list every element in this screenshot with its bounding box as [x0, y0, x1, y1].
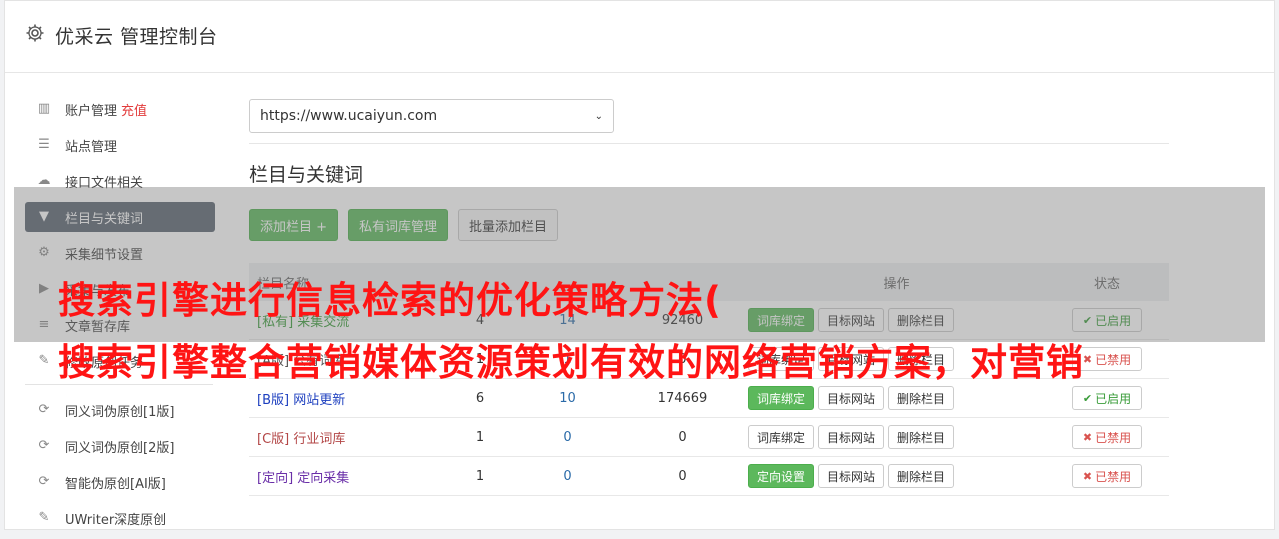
overlay-headline-1: 搜索引擎进行信息检索的优化策略方法(: [58, 279, 722, 322]
target-site-button[interactable]: 目标网站: [818, 425, 885, 449]
delete-column-button[interactable]: 删除栏目: [888, 425, 955, 449]
sidebar-item-uwriter[interactable]: ✎ UWriter深度原创: [25, 503, 215, 533]
column-tag: [定向]: [257, 470, 294, 486]
status-badge[interactable]: ✔ 已启用: [1071, 386, 1143, 410]
column-tag: [B版]: [257, 392, 290, 408]
column-name[interactable]: 定向采集: [297, 471, 349, 486]
sidebar-item-label: 智能伪原创[AI版]: [65, 476, 166, 492]
count-a: 1: [475, 429, 485, 445]
target-site-button[interactable]: 目标网站: [818, 464, 885, 488]
status-cell: ✖ 已禁用: [1045, 425, 1169, 449]
sidebar-item-label: 站点管理: [65, 139, 118, 155]
divider: [249, 143, 1169, 144]
status-badge[interactable]: ✖ 已禁用: [1071, 464, 1143, 488]
sidebar-item-synonym-v2[interactable]: ⟳ 同义词伪原创[2版]: [25, 431, 215, 461]
count-c: 174669: [657, 390, 708, 406]
cross-icon: ✖: [1082, 469, 1093, 483]
refresh-icon: ⟳: [38, 438, 50, 453]
sidebar-item-ai-rewrite[interactable]: ⟳ 智能伪原创[AI版]: [25, 467, 215, 497]
refresh-icon: ⟳: [38, 402, 50, 417]
recharge-link[interactable]: 充值: [121, 100, 147, 119]
count-a: 1: [475, 468, 485, 484]
check-icon: ✔: [1082, 391, 1093, 405]
bind-dict-button[interactable]: 词库绑定: [748, 425, 815, 449]
sidebar-item-sites[interactable]: ☰ 站点管理: [25, 130, 215, 160]
section-title: 栏目与关键词: [249, 164, 364, 186]
status-label: 已启用: [1095, 391, 1132, 406]
sidebar-item-account[interactable]: ▥ 账户管理 充值: [25, 94, 215, 124]
status-cell: ✖ 已禁用: [1045, 464, 1169, 488]
column-tag: [C版]: [257, 431, 290, 447]
edit-icon: ✎: [38, 353, 50, 368]
row-actions: 词库绑定 目标网站 删除栏目: [745, 425, 1045, 449]
site-select[interactable]: https://www.ucaiyun.com ⌄: [249, 99, 614, 133]
cross-icon: ✖: [1082, 430, 1093, 444]
header: 优采云 管理控制台: [5, 1, 1274, 73]
bar-chart-icon: ▥: [37, 101, 51, 116]
count-c: 0: [678, 429, 687, 445]
status-label: 已禁用: [1095, 430, 1132, 445]
table-row: [定向] 定向采集 1 0 0 定向设置 目标网站 删除栏目 ✖ 已禁用: [249, 457, 1169, 496]
count-b-link[interactable]: 0: [515, 469, 620, 484]
column-name-cell[interactable]: [C版] 行业词库: [249, 428, 445, 447]
count-a: 6: [475, 390, 485, 406]
sidebar-item-label: 账户管理: [65, 103, 118, 119]
column-name-cell[interactable]: [B版] 网站更新: [249, 389, 445, 408]
row-actions: 定向设置 目标网站 删除栏目: [745, 464, 1045, 488]
site-select-value: https://www.ucaiyun.com: [260, 108, 438, 124]
sidebar-item-label: 同义词伪原创[1版]: [65, 404, 175, 420]
sidebar-item-synonym-v1[interactable]: ⟳ 同义词伪原创[1版]: [25, 395, 215, 425]
sidebar-item-label: 同义词伪原创[2版]: [65, 440, 175, 456]
table-row: [C版] 行业词库 1 0 0 词库绑定 目标网站 删除栏目 ✖ 已禁用: [249, 418, 1169, 457]
row-actions: 词库绑定 目标网站 删除栏目: [745, 386, 1045, 410]
cross-icon: ✖: [1082, 352, 1093, 366]
overlay-headline-2: 搜索引擎整合营销媒体资源策划有效的网络营销方案，对营销: [58, 341, 1084, 384]
bind-dict-button[interactable]: 词库绑定: [748, 386, 815, 410]
edit-icon: ✎: [38, 510, 50, 525]
count-b-link[interactable]: 10: [515, 391, 620, 406]
refresh-icon: ⟳: [38, 474, 50, 489]
server-icon: ☰: [38, 137, 50, 152]
column-name[interactable]: 网站更新: [293, 393, 345, 408]
column-name[interactable]: 行业词库: [293, 432, 345, 447]
delete-column-button[interactable]: 删除栏目: [888, 386, 955, 410]
bind-dict-button[interactable]: 定向设置: [748, 464, 815, 488]
delete-column-button[interactable]: 删除栏目: [888, 464, 955, 488]
count-c: 0: [678, 468, 687, 484]
app-title: 优采云 管理控制台: [55, 26, 218, 48]
status-label: 已禁用: [1095, 469, 1132, 484]
status-badge[interactable]: ✖ 已禁用: [1071, 425, 1143, 449]
sidebar-item-label: UWriter深度原创: [65, 512, 167, 528]
column-name-cell[interactable]: [定向] 定向采集: [249, 467, 445, 486]
status-label: 已禁用: [1095, 352, 1132, 367]
status-cell: ✔ 已启用: [1045, 386, 1169, 410]
gear-icon: [26, 24, 44, 42]
chevron-down-icon: ⌄: [594, 110, 603, 122]
count-b-link[interactable]: 0: [515, 430, 620, 445]
target-site-button[interactable]: 目标网站: [818, 386, 885, 410]
